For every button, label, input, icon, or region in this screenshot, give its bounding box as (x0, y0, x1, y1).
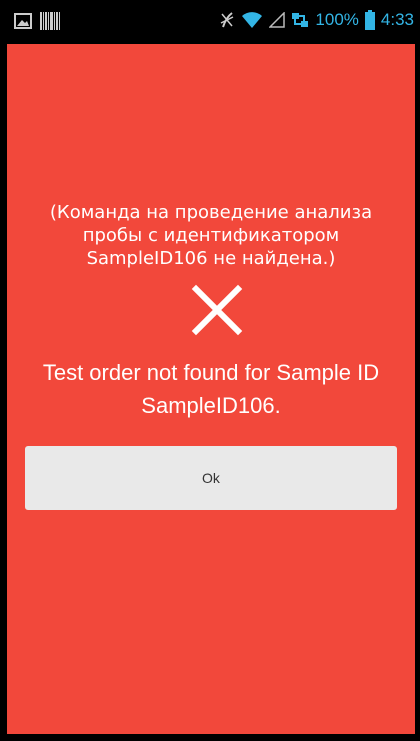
error-screen: (Команда на проведение анализа пробы с и… (7, 44, 415, 734)
battery-icon (364, 10, 375, 30)
status-bar-right: 100% 4:33 (219, 10, 414, 30)
image-icon (14, 13, 32, 29)
network-icon (292, 13, 309, 27)
signal-icon (269, 12, 286, 28)
barcode-icon (40, 12, 60, 30)
status-bar: 100% 4:33 (0, 0, 420, 44)
russian-error-message: (Команда на проведение анализа пробы с и… (49, 202, 373, 269)
english-error-message: Test order not found for Sample ID Sampl… (42, 360, 380, 418)
ok-button-label: Ok (202, 470, 220, 486)
ok-button[interactable]: Ok (25, 446, 397, 510)
mute-icon (221, 12, 234, 28)
clock: 4:33 (380, 10, 414, 29)
battery-percentage: 100% (315, 10, 359, 29)
close-x-icon (191, 284, 243, 336)
wifi-icon (242, 12, 263, 28)
status-bar-left (14, 12, 60, 30)
